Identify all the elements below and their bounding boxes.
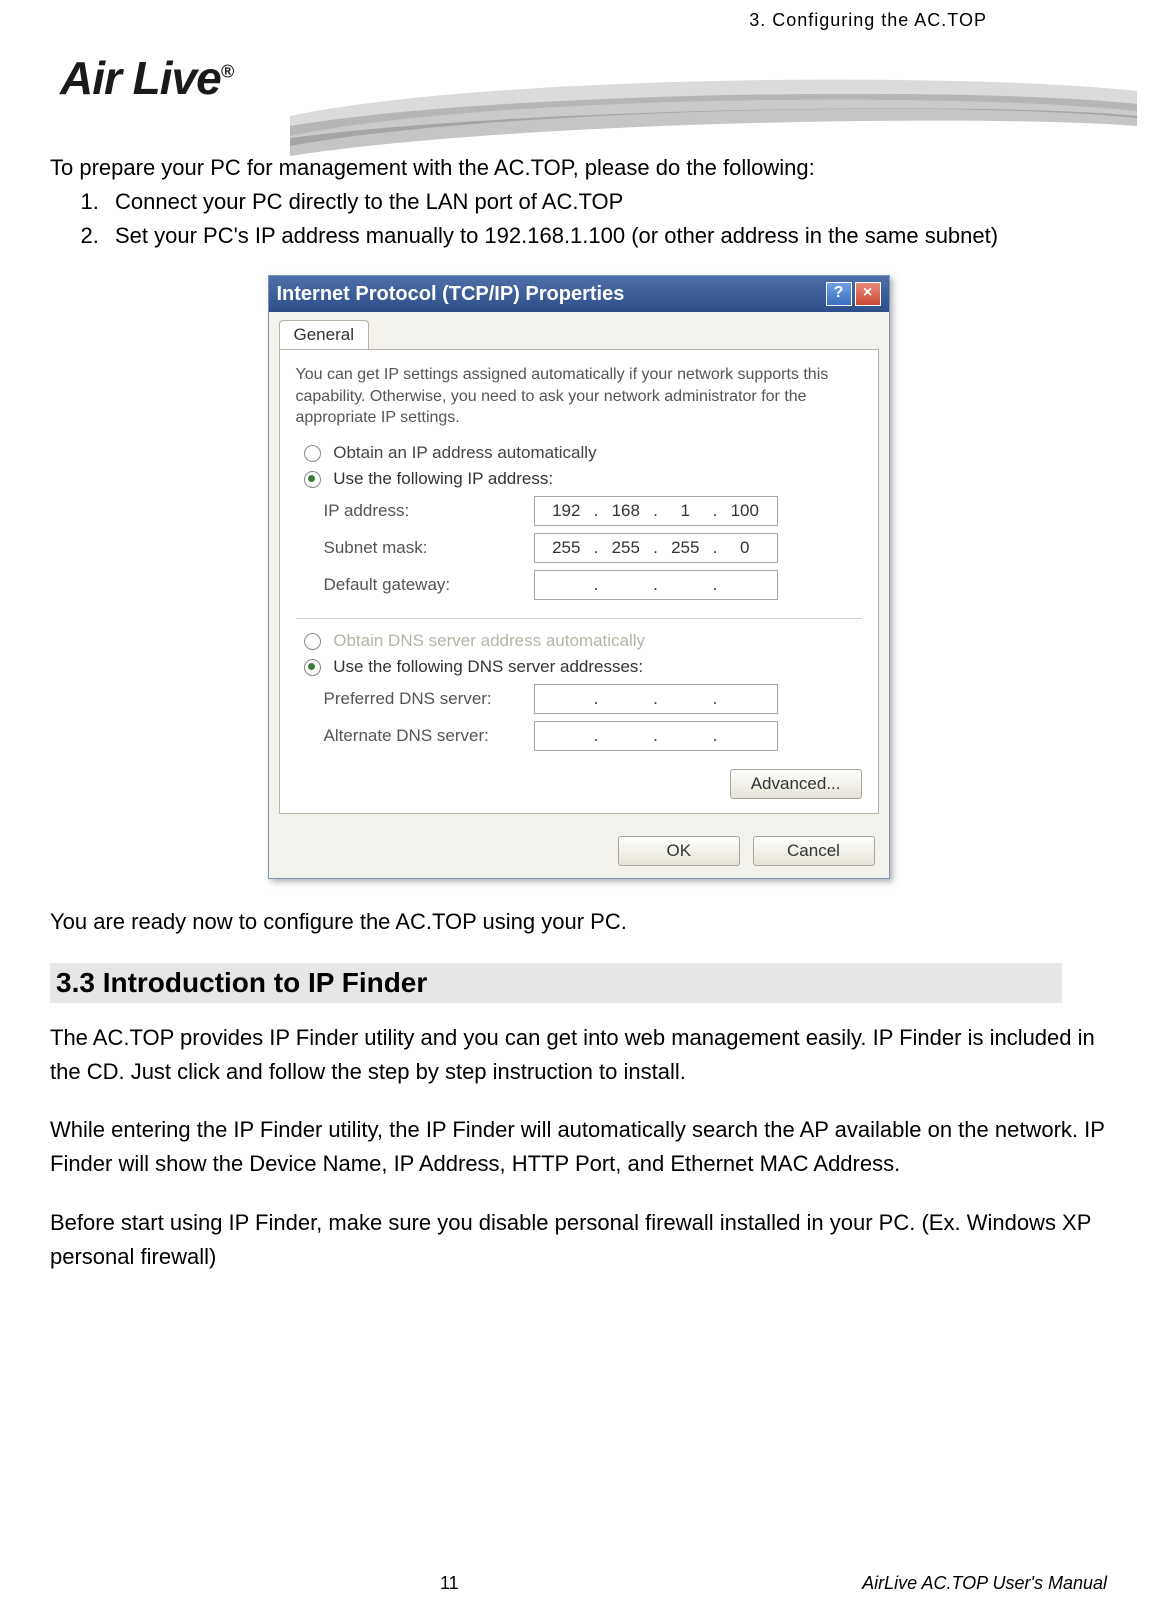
ip-address-field[interactable]: 192. 168. 1. 100	[534, 496, 778, 526]
page-number: 11	[440, 1573, 459, 1594]
default-gateway-field[interactable]: . . .	[534, 570, 778, 600]
alternate-dns-field[interactable]: . . .	[534, 721, 778, 751]
dialog-titlebar: Internet Protocol (TCP/IP) Properties ? …	[269, 276, 889, 312]
logo-label: Air Live	[60, 52, 221, 104]
default-gateway-label: Default gateway:	[324, 575, 534, 595]
dialog-description: You can get IP settings assigned automat…	[296, 364, 862, 429]
preferred-dns-label: Preferred DNS server:	[324, 689, 534, 709]
preferred-dns-field[interactable]: . . .	[534, 684, 778, 714]
ip-octet: 255	[541, 538, 593, 558]
ip-octet: 100	[719, 501, 771, 521]
subnet-mask-field[interactable]: 255. 255. 255. 0	[534, 533, 778, 563]
close-icon[interactable]: ×	[855, 282, 881, 306]
radio-use-following-ip[interactable]: Use the following IP address:	[304, 469, 862, 489]
radio-label: Obtain an IP address automatically	[333, 443, 596, 462]
ip-octet: 255	[660, 538, 712, 558]
radio-icon	[304, 445, 321, 462]
ip-octet: 1	[660, 501, 712, 521]
tab-general[interactable]: General	[279, 320, 369, 349]
page-footer: 11 AirLive AC.TOP User's Manual	[50, 1573, 1107, 1594]
tcpip-properties-dialog: Internet Protocol (TCP/IP) Properties ? …	[268, 275, 890, 879]
list-item: Set your PC's IP address manually to 192…	[105, 219, 1107, 253]
divider	[296, 618, 862, 619]
radio-icon	[304, 659, 321, 676]
radio-obtain-ip-auto[interactable]: Obtain an IP address automatically	[304, 443, 862, 463]
radio-label: Obtain DNS server address automatically	[333, 631, 645, 650]
cancel-button[interactable]: Cancel	[753, 836, 875, 866]
radio-obtain-dns-auto: Obtain DNS server address automatically	[304, 631, 862, 651]
manual-title: AirLive AC.TOP User's Manual	[459, 1573, 1107, 1594]
radio-label: Use the following DNS server addresses:	[333, 657, 643, 676]
steps-list: Connect your PC directly to the LAN port…	[50, 185, 1107, 253]
alternate-dns-label: Alternate DNS server:	[324, 726, 534, 746]
ip-octet: 168	[600, 501, 652, 521]
list-item: Connect your PC directly to the LAN port…	[105, 185, 1107, 219]
radio-label: Use the following IP address:	[333, 469, 553, 488]
radio-use-following-dns[interactable]: Use the following DNS server addresses:	[304, 657, 862, 677]
paragraph: Before start using IP Finder, make sure …	[50, 1206, 1107, 1274]
intro-text: To prepare your PC for management with t…	[50, 151, 1107, 185]
paragraph: The AC.TOP provides IP Finder utility an…	[50, 1021, 1107, 1089]
registered-icon: ®	[221, 62, 233, 82]
help-icon[interactable]: ?	[826, 282, 852, 306]
paragraph: While entering the IP Finder utility, th…	[50, 1113, 1107, 1181]
ip-octet: 0	[719, 538, 771, 558]
section-heading: 3.3 Introduction to IP Finder	[50, 963, 1062, 1003]
radio-icon	[304, 471, 321, 488]
ip-octet: 192	[541, 501, 593, 521]
ip-octet: 255	[600, 538, 652, 558]
ip-address-label: IP address:	[324, 501, 534, 521]
after-dialog-text: You are ready now to configure the AC.TO…	[50, 905, 1107, 939]
ok-button[interactable]: OK	[618, 836, 740, 866]
radio-icon	[304, 633, 321, 650]
dialog-title: Internet Protocol (TCP/IP) Properties	[277, 283, 625, 306]
advanced-button[interactable]: Advanced...	[730, 769, 862, 799]
logo-area: Air Live®	[50, 21, 1107, 141]
subnet-mask-label: Subnet mask:	[324, 538, 534, 558]
decorative-swoosh	[290, 66, 1137, 156]
